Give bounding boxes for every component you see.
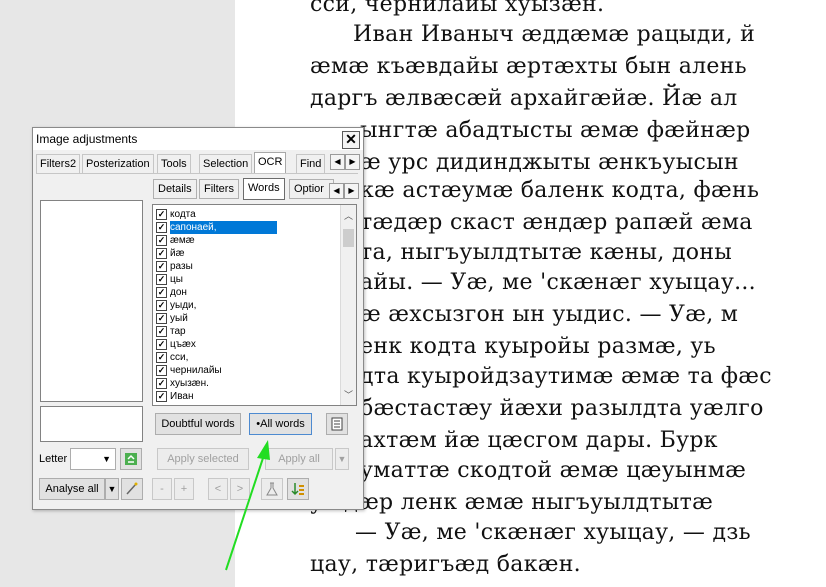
- checkbox[interactable]: ✓: [156, 248, 167, 259]
- list-item[interactable]: ✓ разы: [156, 260, 336, 273]
- list-item[interactable]: ✓ сси,: [156, 351, 336, 364]
- replace-letter-icon[interactable]: [120, 448, 142, 470]
- wand-icon[interactable]: [121, 478, 143, 500]
- close-icon[interactable]: ✕: [342, 131, 360, 149]
- subtab-scroll-left-icon[interactable]: ◀: [329, 183, 344, 199]
- checkbox[interactable]: ✓: [156, 300, 167, 311]
- list-scrollbar[interactable]: ︿ ﹀: [340, 205, 356, 405]
- list-item[interactable]: ✓ цъæх: [156, 338, 336, 351]
- subtab-scroll-right-icon[interactable]: ▶: [344, 183, 359, 199]
- checkbox[interactable]: ✓: [156, 339, 167, 350]
- apply-all-dropdown-icon[interactable]: ▼: [335, 448, 349, 470]
- sort-icon[interactable]: [287, 478, 309, 500]
- dialog-title: Image adjustments: [36, 132, 138, 146]
- doc-line: уматтæ скодтой æмæ цæуынмæ: [360, 458, 747, 483]
- tab-posterization[interactable]: Posterization: [82, 154, 154, 173]
- doc-line: тæдæр скаст æндæр рапæй æма: [360, 210, 753, 235]
- list-item[interactable]: ✓ дон: [156, 286, 336, 299]
- checkbox[interactable]: ✓: [156, 352, 167, 363]
- doc-line: бæстастæу йæхи разылдта уæлго: [360, 396, 764, 421]
- doc-line: æ урс дидинджыты æнкъуысын: [360, 150, 739, 175]
- list-item[interactable]: ✓ чернилайы: [156, 364, 336, 377]
- doc-line: енк кодта куыройы размæ, уь: [360, 334, 716, 359]
- doc-line: айы. — Уæ, ме 'скæнæг хуыцау...: [360, 270, 756, 295]
- doc-line: сси, чернилайы хуызæн.: [310, 0, 605, 17]
- scroll-thumb[interactable]: [343, 229, 354, 247]
- list-item[interactable]: ✓ кодта: [156, 208, 336, 221]
- doc-line: æмæ къæвдайы æртæхты бын алень: [310, 54, 747, 79]
- list-item[interactable]: ✓ уыди,: [156, 299, 336, 312]
- checkbox[interactable]: ✓: [156, 391, 167, 402]
- lab-flask-icon[interactable]: [261, 478, 283, 500]
- chevron-down-icon: ▼: [102, 454, 111, 464]
- doc-line: — Уæ, ме 'скæнæг хуыцау, — дзь: [355, 520, 751, 545]
- apply-selected-button[interactable]: Apply selected: [157, 448, 249, 470]
- checkbox[interactable]: ✓: [156, 287, 167, 298]
- checkbox[interactable]: ✓: [156, 209, 167, 220]
- all-words-button[interactable]: •All words: [249, 413, 312, 435]
- doc-line: та, ныгъуылдтытæ кæны, доны: [360, 240, 733, 265]
- next-button[interactable]: >: [230, 478, 250, 500]
- checkbox[interactable]: ✓: [156, 261, 167, 272]
- list-item[interactable]: ✓ цы: [156, 273, 336, 286]
- doubtful-words-button[interactable]: Doubtful words: [155, 413, 241, 435]
- letter-label: Letter: [39, 453, 68, 465]
- list-item[interactable]: ✓ æмæ: [156, 234, 336, 247]
- minus-button[interactable]: -: [152, 478, 172, 500]
- prev-button[interactable]: <: [208, 478, 228, 500]
- tab-find[interactable]: Find: [296, 154, 326, 173]
- doc-line: ынгтæ абадтысты æмæ фæйнæр: [360, 118, 751, 143]
- analyse-dropdown-icon[interactable]: ▼: [105, 478, 119, 500]
- dialog-titlebar[interactable]: Image adjustments ✕: [33, 128, 363, 150]
- checkbox[interactable]: ✓: [156, 222, 167, 233]
- doc-line: æ æхсызгон ын уыдис. — Уæ, м: [360, 302, 739, 327]
- letter-edit-box[interactable]: [40, 406, 143, 442]
- list-item[interactable]: ✓ Иван: [156, 390, 336, 403]
- checkbox[interactable]: ✓: [156, 326, 167, 337]
- tab-selection[interactable]: Selection: [199, 154, 253, 173]
- tab-tools[interactable]: Tools: [157, 154, 191, 173]
- tab-ocr[interactable]: OCR: [254, 152, 287, 174]
- subtab-words[interactable]: Words: [243, 178, 285, 200]
- tab-scroll-right-icon[interactable]: ▶: [345, 154, 360, 170]
- plus-button[interactable]: +: [174, 478, 194, 500]
- letter-select[interactable]: ▼: [70, 448, 116, 470]
- doc-line: ахтæм йæ цæсгом дары. Бурк: [360, 428, 718, 453]
- apply-all-button[interactable]: Apply all: [265, 448, 333, 470]
- doc-line: дта куыройдзаутимæ æмæ та фæс: [360, 364, 772, 389]
- list-item[interactable]: ✓ сапонаей,: [156, 221, 336, 234]
- analyse-all-button[interactable]: Analyse all: [39, 478, 105, 500]
- doc-line: кæ астæумæ баленк кодта, фæнь: [360, 178, 760, 203]
- scroll-up-icon[interactable]: ︿: [341, 209, 356, 223]
- tab-scroll-left-icon[interactable]: ◀: [330, 154, 345, 170]
- checkbox[interactable]: ✓: [156, 365, 167, 376]
- subtab-options[interactable]: Optior: [289, 179, 334, 199]
- subtab-details[interactable]: Details: [153, 179, 197, 199]
- subtab-filters[interactable]: Filters: [199, 179, 239, 199]
- list-item[interactable]: ✓ хуызæн.: [156, 377, 336, 390]
- doc-line: Иван Иваныч æддæмæ рацыди, й: [353, 22, 756, 47]
- checkbox[interactable]: ✓: [156, 378, 167, 389]
- words-list[interactable]: ✓ кодта ✓ сапонаей, ✓ æмæ ✓ йæ ✓ разы ✓ цы ✓ до…: [152, 204, 357, 406]
- image-adjustments-dialog: Image adjustments ✕ Filters2 Posterizati…: [32, 127, 364, 510]
- export-words-icon[interactable]: [326, 413, 348, 435]
- checkbox[interactable]: ✓: [156, 274, 167, 285]
- letter-preview-box: [40, 200, 143, 402]
- checkbox[interactable]: ✓: [156, 235, 167, 246]
- tab-filters2[interactable]: Filters2: [36, 154, 81, 173]
- list-item[interactable]: ✓ тар: [156, 325, 336, 338]
- scroll-down-icon[interactable]: ﹀: [341, 388, 356, 402]
- list-item[interactable]: ✓ уый: [156, 312, 336, 325]
- checkbox[interactable]: ✓: [156, 313, 167, 324]
- doc-line: даргъ æлвæсæй архайгæйæ. Йæ ал: [310, 86, 738, 111]
- doc-line: цау, тæригъæд бакæн.: [310, 552, 581, 577]
- doc-line: уæдæр ленк æмæ ныгъуылдтытæ: [310, 490, 714, 515]
- list-item[interactable]: ✓ йæ: [156, 247, 336, 260]
